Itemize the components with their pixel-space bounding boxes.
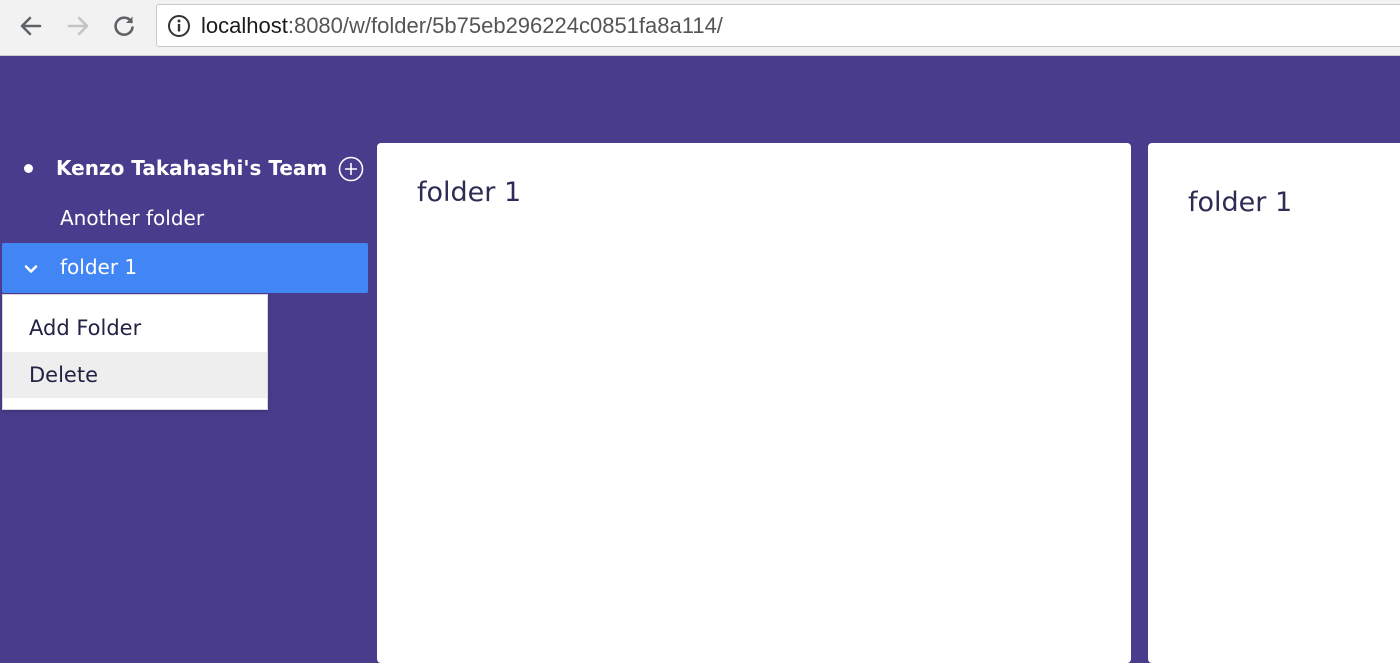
sidebar-item-another-folder[interactable]: Another folder — [2, 194, 368, 244]
sidebar-item-label: Another folder — [60, 206, 205, 230]
panel-title: folder 1 — [1188, 187, 1293, 218]
address-bar[interactable]: localhost:8080/w/folder/5b75eb296224c085… — [156, 4, 1400, 47]
back-button[interactable] — [15, 10, 47, 42]
menu-item-label: Add Folder — [29, 316, 142, 340]
info-icon[interactable] — [167, 14, 191, 38]
team-name: Kenzo Takahashi's Team — [56, 156, 328, 180]
menu-item-add-folder[interactable]: Add Folder — [3, 305, 267, 351]
menu-item-delete[interactable]: Delete — [3, 352, 267, 398]
arrow-right-icon — [67, 16, 89, 36]
url-text: localhost:8080/w/folder/5b75eb296224c085… — [201, 13, 723, 39]
url-host: localhost — [201, 13, 288, 38]
sidebar-item-folder-1[interactable]: folder 1 — [2, 243, 368, 293]
team-header[interactable]: Kenzo Takahashi's Team — [0, 150, 372, 188]
menu-item-label: Delete — [29, 363, 98, 387]
sidebar-item-label: folder 1 — [60, 255, 138, 279]
panel-title: folder 1 — [417, 177, 522, 208]
add-circle-icon[interactable] — [338, 156, 364, 182]
chevron-down-icon[interactable] — [22, 260, 40, 278]
folder-panel: folder 1 — [377, 143, 1131, 663]
forward-button[interactable] — [62, 10, 94, 42]
browser-toolbar: localhost:8080/w/folder/5b75eb296224c085… — [0, 0, 1400, 56]
arrow-left-icon — [20, 16, 42, 36]
url-path: :8080/w/folder/5b75eb296224c0851fa8a114/ — [287, 13, 723, 38]
folder-panel: folder 1 — [1148, 143, 1400, 663]
reload-icon — [114, 16, 134, 36]
reload-button[interactable] — [108, 10, 140, 42]
team-bullet-icon — [24, 164, 33, 173]
folder-context-menu: Add Folder Delete — [2, 294, 268, 410]
